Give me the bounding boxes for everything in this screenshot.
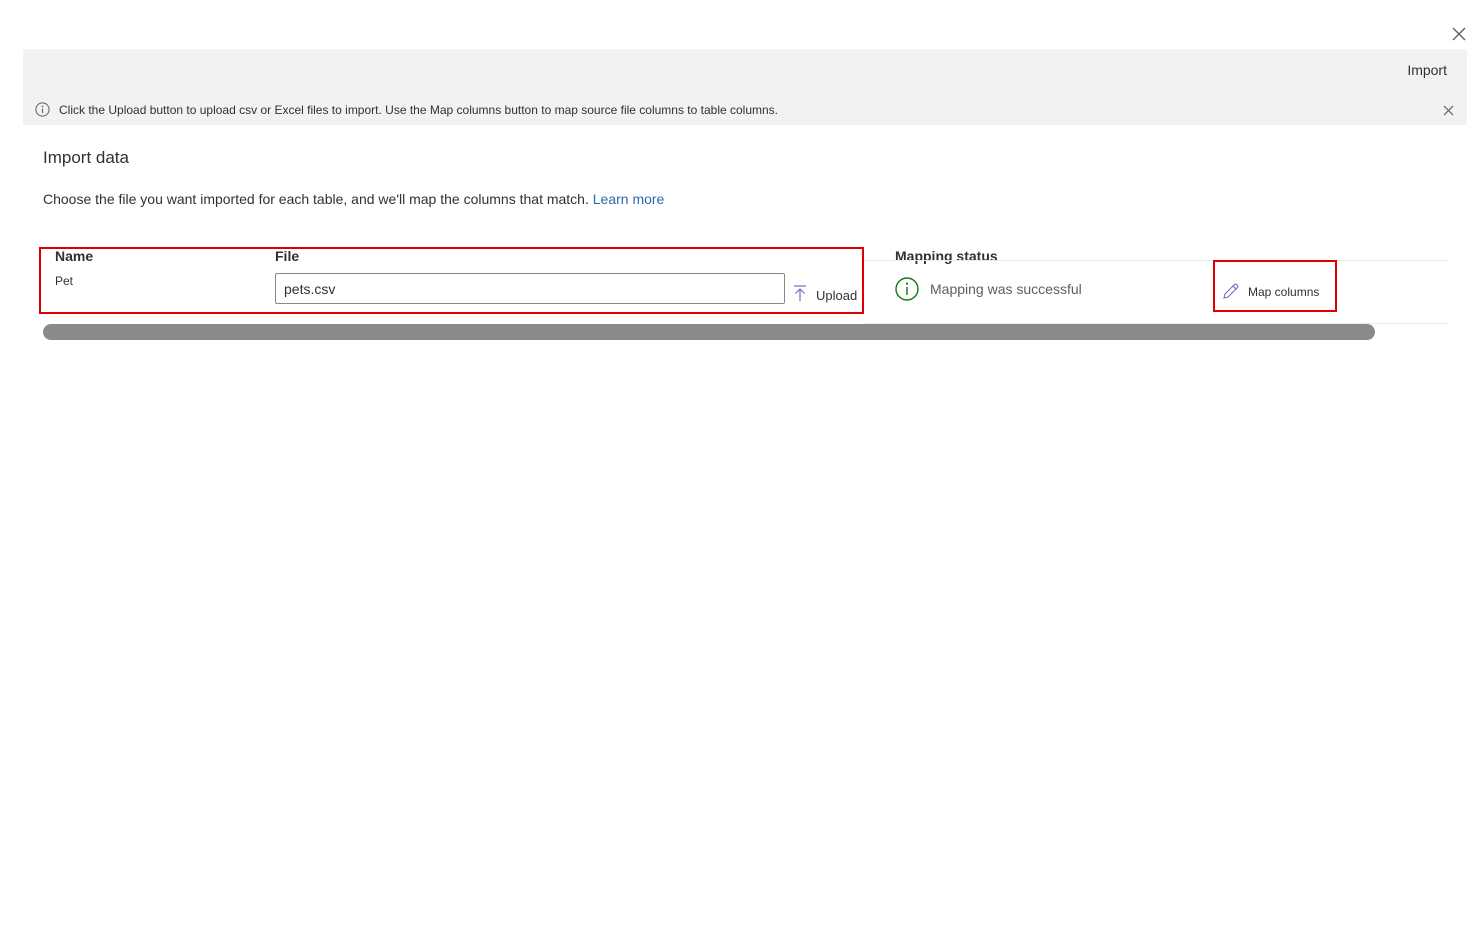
highlight-box-map-columns [1213, 260, 1337, 312]
column-header-mapping-status: Mapping status [895, 248, 998, 264]
close-icon [1452, 27, 1466, 41]
info-message: Click the Upload button to upload csv or… [59, 103, 779, 117]
close-icon [1443, 105, 1453, 115]
page-title: Import data [43, 148, 129, 167]
horizontal-scrollbar[interactable] [43, 324, 1375, 340]
page-description: Choose the file you want imported for ea… [43, 191, 664, 207]
info-icon [35, 102, 50, 117]
command-bar: Import [23, 49, 1467, 95]
close-dialog-button[interactable] [1450, 25, 1468, 43]
mapping-status-text: Mapping was successful [930, 281, 1082, 297]
mapping-status: Mapping was successful [895, 277, 1082, 301]
description-text: Choose the file you want imported for ea… [43, 191, 589, 207]
info-bar: Click the Upload button to upload csv or… [23, 95, 1467, 125]
success-info-icon [895, 277, 919, 301]
dismiss-info-button[interactable] [1441, 103, 1455, 117]
import-button[interactable]: Import [1407, 62, 1447, 78]
highlight-box-name-file [39, 247, 864, 314]
learn-more-link[interactable]: Learn more [593, 191, 665, 207]
row-divider [863, 260, 1448, 261]
